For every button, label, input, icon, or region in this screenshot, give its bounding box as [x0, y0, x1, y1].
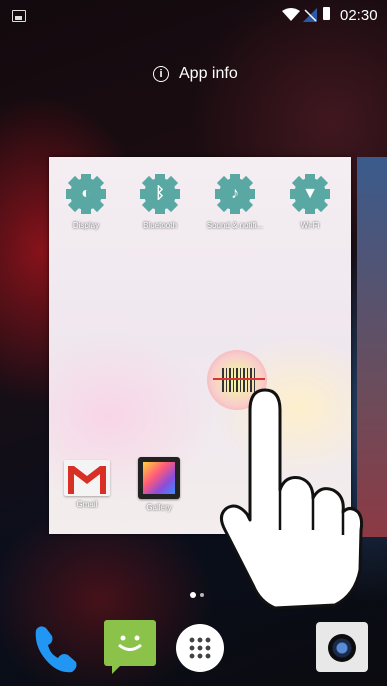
gallery-icon [138, 457, 180, 499]
bell-icon: ♪ [215, 174, 255, 214]
settings-shortcut-wifi[interactable]: ▼ Wi-Fi [274, 171, 346, 230]
settings-shortcut-label: Sound & notifi... [206, 221, 264, 230]
settings-shortcut-label: Bluetooth [143, 221, 177, 230]
app-drawer-icon[interactable] [176, 620, 230, 674]
camera-icon[interactable] [316, 620, 370, 674]
app-gmail[interactable]: Gmail [57, 457, 117, 509]
phone-icon[interactable] [28, 620, 82, 674]
status-bar: 02:30 [0, 0, 387, 30]
messaging-icon[interactable] [102, 620, 156, 674]
info-icon: i [153, 66, 169, 82]
pointing-hand-icon [220, 388, 364, 610]
settings-shortcut-display[interactable]: ◐ Display [50, 171, 122, 230]
status-clock: 02:30 [340, 7, 378, 24]
app-info-button[interactable]: i App info [153, 63, 238, 85]
page-dot [190, 592, 196, 598]
page-dot [200, 593, 204, 597]
gmail-icon [64, 460, 110, 496]
wifi-icon: ▼ [290, 174, 330, 214]
settings-shortcut-label: Display [72, 221, 100, 230]
display-icon: ◐ [66, 174, 106, 214]
app-info-label: App info [179, 65, 238, 82]
battery-icon [323, 7, 330, 20]
settings-shortcut-sound[interactable]: ♪ Sound & notifi... [199, 171, 271, 230]
bluetooth-icon: ᛒ [140, 174, 180, 214]
app-gallery[interactable]: Gallery [129, 457, 189, 512]
wifi-icon [282, 8, 300, 21]
dock [0, 610, 387, 686]
settings-shortcuts-row: ◐ Display ᛒ Bluetooth ♪ Sound & notifi..… [49, 171, 351, 251]
settings-shortcut-label: Wi-Fi [300, 221, 320, 230]
app-label: Gallery [146, 503, 172, 512]
notification-image-icon [12, 10, 26, 22]
no-sim-signal-icon [303, 8, 317, 22]
app-label: Gmail [76, 500, 98, 509]
settings-shortcut-bluetooth[interactable]: ᛒ Bluetooth [124, 171, 196, 230]
